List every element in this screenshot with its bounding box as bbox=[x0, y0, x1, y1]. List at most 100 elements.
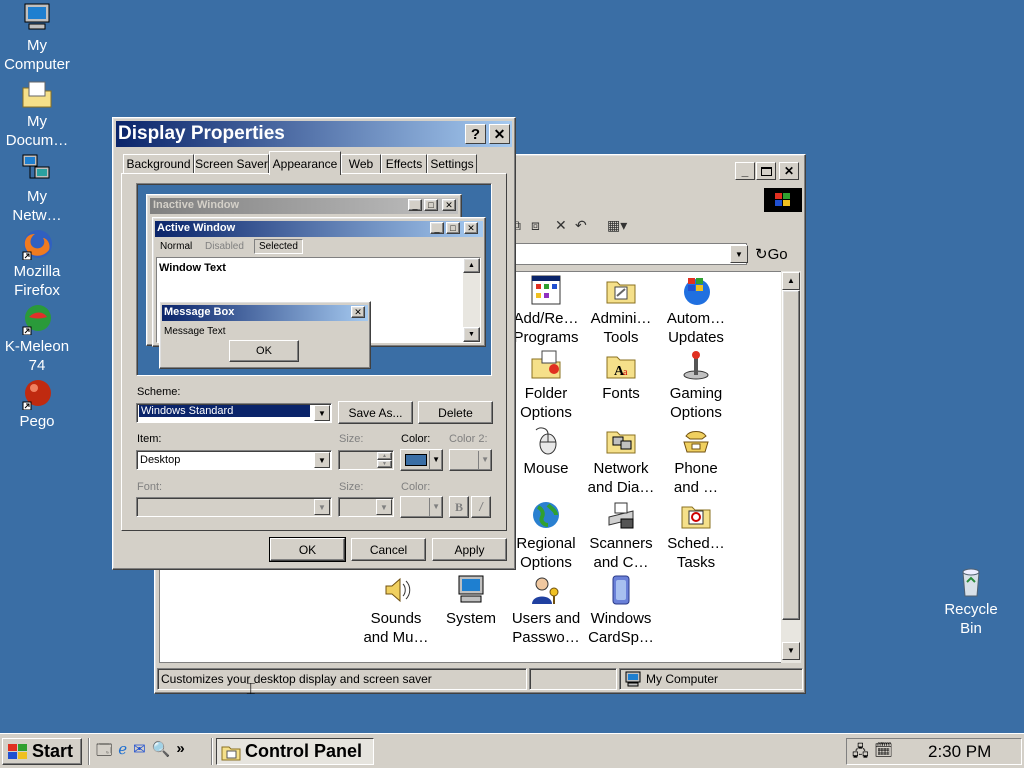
automatic-updates-icon bbox=[680, 274, 712, 306]
move-to-icon[interactable]: ⧈ bbox=[531, 217, 540, 234]
outlook-express-icon[interactable]: ✉ bbox=[133, 740, 146, 762]
desktop-icon-label: My Docum… bbox=[5, 113, 69, 149]
desktop-icon-recycle-bin[interactable]: Recycle Bin bbox=[934, 566, 1008, 638]
tab-background[interactable]: Background bbox=[123, 154, 194, 174]
tab-effects[interactable]: Effects bbox=[381, 154, 427, 174]
users-icon bbox=[530, 574, 562, 606]
address-bar[interactable] bbox=[511, 243, 747, 265]
views-icon[interactable]: ▦▾ bbox=[607, 217, 627, 234]
help-icon: ? bbox=[470, 125, 481, 143]
desktop-icon-network[interactable]: My Netw… bbox=[0, 153, 74, 225]
desktop-icon-label: K-Meleon 74 bbox=[4, 338, 70, 374]
tray-network-icon[interactable]: 🖧 bbox=[852, 741, 869, 766]
undo-icon[interactable]: ↶ bbox=[575, 217, 587, 234]
color-picker-button[interactable]: ▼ bbox=[400, 449, 443, 471]
cp-item-automatic-updates[interactable]: Autom… Updates bbox=[653, 274, 739, 347]
desktop-icon-label: Recycle Bin bbox=[944, 601, 998, 637]
cp-item-sounds[interactable]: Sounds and Mu… bbox=[353, 574, 439, 647]
desktop-icon-pego[interactable]: Pego bbox=[0, 378, 74, 431]
item-dropdown-button[interactable]: ▼ bbox=[314, 452, 330, 468]
go-button[interactable]: ↻ Go bbox=[755, 244, 801, 264]
tab-settings[interactable]: Settings bbox=[427, 154, 477, 174]
maximize-button[interactable] bbox=[756, 162, 776, 180]
network-dialup-icon bbox=[605, 424, 637, 456]
desktop-icon-my-computer[interactable]: My Computer bbox=[0, 2, 74, 74]
desktop-icon-my-documents[interactable]: My Docum… bbox=[0, 78, 74, 150]
address-dropdown-button[interactable]: ▼ bbox=[730, 245, 748, 263]
my-documents-icon bbox=[21, 78, 53, 110]
ok-button[interactable]: OK bbox=[269, 537, 346, 562]
close-button[interactable]: ✕ bbox=[779, 162, 799, 180]
cp-item-scanners[interactable]: Scanners and C… bbox=[578, 499, 664, 572]
minimize-button[interactable]: _ bbox=[735, 162, 755, 180]
italic-button: / bbox=[471, 496, 491, 518]
font-combo: ▼ bbox=[136, 497, 332, 517]
system-icon bbox=[455, 574, 487, 606]
kmeleon-icon bbox=[21, 303, 53, 336]
vertical-scrollbar[interactable]: ▲ ▼ bbox=[781, 271, 801, 663]
cancel-button[interactable]: Cancel bbox=[351, 538, 426, 561]
item-combo[interactable]: Desktop ▼ bbox=[136, 450, 332, 470]
windows-flag-icon bbox=[775, 193, 790, 206]
text-cursor-icon: ⌶ bbox=[246, 681, 256, 698]
taskbar: Start 🗔 ℯ ✉ 🔍 » Control Panel 🖧 🗓 2:30 P… bbox=[0, 733, 1024, 768]
cp-item-gaming-options[interactable]: Gaming Options bbox=[653, 349, 739, 422]
cp-item-scheduled-tasks[interactable]: Sched… Tasks bbox=[653, 499, 739, 572]
go-arrow-icon: ↻ bbox=[755, 246, 768, 263]
taskbar-clock[interactable]: 2:30 PM bbox=[928, 742, 991, 762]
desktop-icon-kmeleon[interactable]: K-Meleon 74 bbox=[0, 303, 74, 375]
preview-inactive-controls: _ □ ✕ bbox=[408, 199, 456, 211]
scroll-thumb[interactable] bbox=[782, 290, 800, 620]
cp-item-fonts[interactable]: Aa Fonts bbox=[578, 349, 664, 403]
apply-button[interactable]: Apply bbox=[432, 538, 507, 561]
preview-window-text: Window Text bbox=[159, 262, 226, 274]
preview-inactive-title: Inactive Window bbox=[153, 199, 240, 211]
taskbar-separator bbox=[88, 738, 90, 765]
tab-appearance[interactable]: Appearance bbox=[269, 151, 341, 175]
show-desktop-icon[interactable]: 🗔 bbox=[96, 740, 112, 762]
save-as-button[interactable]: Save As... bbox=[338, 401, 413, 424]
chevron-down-icon: ▼ bbox=[429, 451, 440, 469]
help-button[interactable]: ? bbox=[465, 124, 486, 144]
color2-picker-button: ▼ bbox=[449, 449, 492, 471]
delete-icon[interactable]: ✕ bbox=[555, 217, 567, 234]
close-icon: ✕ bbox=[493, 126, 506, 142]
scroll-up-button[interactable]: ▲ bbox=[782, 272, 800, 290]
gaming-options-icon bbox=[680, 349, 712, 381]
scheme-combo[interactable]: Windows Standard ▼ bbox=[136, 403, 332, 423]
internet-explorer-icon[interactable]: ℯ bbox=[118, 740, 127, 762]
start-button[interactable]: Start bbox=[2, 738, 82, 765]
cp-item-cardspace[interactable]: Windows CardSp… bbox=[578, 574, 664, 647]
tab-web[interactable]: Web bbox=[341, 154, 381, 174]
quick-launch-chevron[interactable]: » bbox=[176, 740, 184, 762]
scroll-down-button[interactable]: ▼ bbox=[782, 642, 800, 660]
phone-modem-icon bbox=[680, 424, 712, 456]
windows-flag-icon bbox=[8, 743, 27, 759]
delete-button[interactable]: Delete bbox=[418, 401, 493, 424]
toolbar: ⧉ ⧈ ✕ ↶ ▦▾ bbox=[511, 215, 651, 237]
desktop-icon-label: My Computer bbox=[4, 37, 70, 73]
preview-menu-normal: Normal bbox=[160, 241, 193, 252]
cp-item-phone-modem[interactable]: Phone and … bbox=[653, 424, 739, 497]
desktop-icon-firefox[interactable]: Mozilla Firefox bbox=[0, 228, 74, 300]
dialog-title: Display Properties bbox=[118, 123, 285, 144]
taskbar-separator bbox=[211, 738, 213, 765]
dialog-close-button[interactable]: ✕ bbox=[489, 124, 510, 144]
desktop-icon-label: Pego bbox=[19, 413, 55, 430]
preview-menu-disabled: Disabled bbox=[205, 241, 244, 252]
add-remove-programs-icon bbox=[530, 274, 562, 306]
pego-icon bbox=[21, 378, 53, 411]
scanners-icon bbox=[605, 499, 637, 531]
spin-up-icon: ▲ bbox=[377, 452, 392, 460]
cp-item-admin-tools[interactable]: Admini… Tools bbox=[578, 274, 664, 347]
search-icon[interactable]: 🔍 bbox=[152, 740, 171, 762]
cp-item-system[interactable]: System bbox=[428, 574, 514, 628]
tray-scheduler-icon[interactable]: 🗓 bbox=[874, 741, 893, 759]
cp-item-users[interactable]: Users and Passwo… bbox=[503, 574, 589, 647]
scheme-dropdown-button[interactable]: ▼ bbox=[314, 405, 330, 421]
tab-screen-saver[interactable]: Screen Saver bbox=[194, 154, 269, 174]
status-text-pane: Customizes your desktop display and scre… bbox=[157, 668, 527, 690]
cp-item-network-dialup[interactable]: Network and Dia… bbox=[578, 424, 664, 497]
task-control-panel[interactable]: Control Panel bbox=[216, 738, 374, 765]
close-icon: ✕ bbox=[783, 164, 795, 178]
